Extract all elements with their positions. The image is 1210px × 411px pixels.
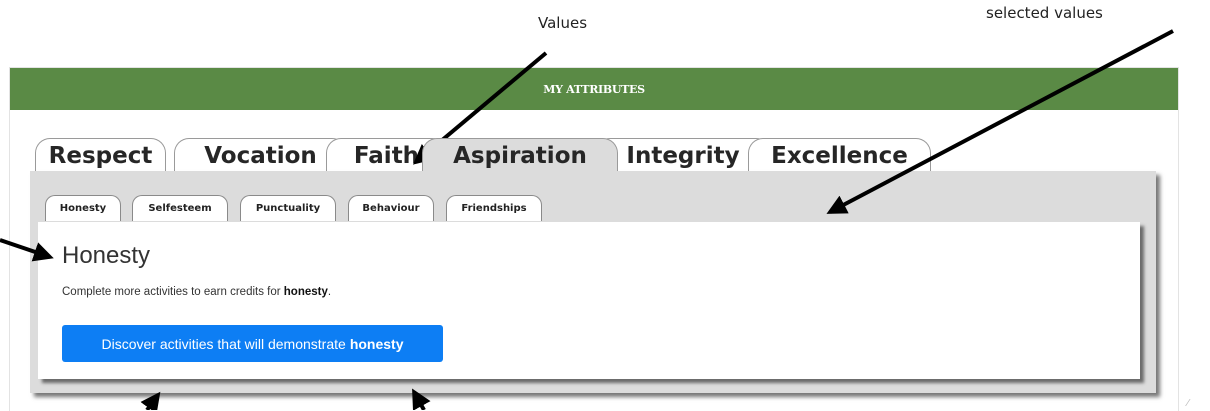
subtab-honesty[interactable]: Honesty <box>45 195 121 221</box>
attribute-description: Complete more activities to earn credits… <box>62 286 331 298</box>
discover-button-attribute: honesty <box>349 335 404 352</box>
attribute-content-card: Honesty Complete more activities to earn… <box>38 222 1140 379</box>
annotation-selected-values-label: selected values <box>986 4 1103 22</box>
discover-activities-button[interactable]: Discover activities that will demonstrat… <box>62 325 443 362</box>
tab-aspiration[interactable]: Aspiration <box>422 138 618 171</box>
description-end: . <box>327 286 332 298</box>
panel-header-title: MY ATTRIBUTES <box>543 82 645 96</box>
subtab-selfesteem[interactable]: Selfesteem <box>132 195 228 221</box>
description-attribute: honesty <box>283 286 328 298</box>
scrollbar-thumb-icon[interactable]: ⁄ <box>1187 398 1189 409</box>
annotation-values-label: Values <box>538 14 588 32</box>
subtab-friendships[interactable]: Friendships <box>446 195 542 221</box>
panel-header: MY ATTRIBUTES <box>10 68 1178 110</box>
subtab-behaviour[interactable]: Behaviour <box>348 195 434 221</box>
tab-vocation[interactable]: Vocation <box>174 138 347 171</box>
tab-respect[interactable]: Respect <box>35 138 166 171</box>
tab-integrity[interactable]: Integrity <box>595 138 771 171</box>
discover-button-label: Discover activities that will demonstrat… <box>101 335 346 352</box>
description-text: Complete more activities to earn credits… <box>62 286 284 298</box>
subtab-punctuality[interactable]: Punctuality <box>240 195 336 221</box>
tab-excellence[interactable]: Excellence <box>748 138 931 171</box>
attribute-title: Honesty <box>62 242 151 269</box>
value-tab-content: Honesty Selfesteem Punctuality Behaviour… <box>30 171 1156 393</box>
